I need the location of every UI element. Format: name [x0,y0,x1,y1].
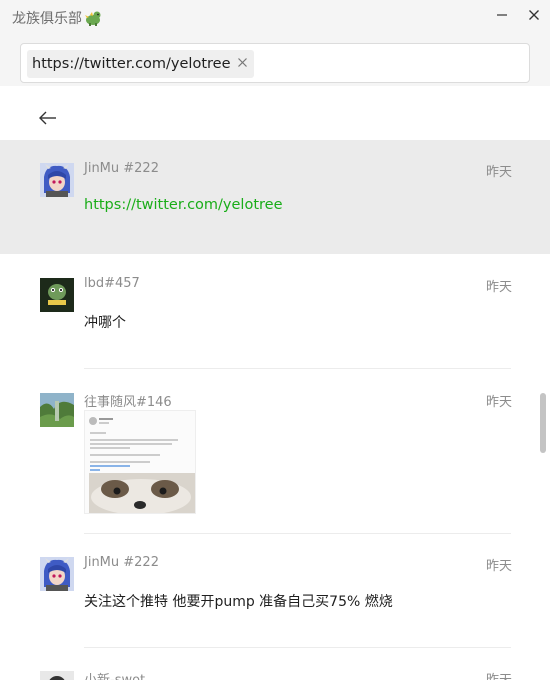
list-item[interactable]: JinMu #222 昨天 关注这个推特 他要开pump 准备自己买75% 燃烧 [0,534,550,648]
minimize-button[interactable] [490,4,514,26]
message-text: 冲哪个 [84,315,126,331]
message-link[interactable]: https://twitter.com/yelotree [84,197,283,213]
message-author[interactable]: JinMu #222 [84,555,159,570]
message-time: 昨天 [486,669,512,680]
tweet-screenshot-image[interactable] [84,410,196,514]
search-input[interactable]: https://twitter.com/yelotree [20,43,530,83]
message-text: 关注这个推特 他要开pump 准备自己买75% 燃烧 [84,594,393,610]
avatar[interactable] [40,278,74,312]
avatar[interactable] [40,163,74,197]
avatar[interactable] [40,557,74,591]
app-title: 龙族俱乐部 [12,8,102,28]
message-author[interactable]: JinMu #222 [84,161,159,176]
search-area: https://twitter.com/yelotree [0,34,550,86]
tag-remove-icon[interactable] [237,57,248,72]
message-time: 昨天 [486,165,513,180]
title-bar: 龙族俱乐部 [0,0,550,34]
header-row [0,86,550,140]
list-item[interactable]: lbd#457 昨天 冲哪个 [0,255,550,369]
list-item[interactable]: 往事随风#146 昨天 [0,370,550,534]
close-icon [529,10,539,20]
avatar[interactable] [40,393,74,427]
message-author[interactable]: 小新-swot [84,669,145,680]
message-time: 昨天 [486,559,513,574]
message-author[interactable]: lbd#457 [84,276,140,291]
avatar[interactable] [40,671,74,680]
divider [84,368,511,369]
search-tag: https://twitter.com/yelotree [27,50,254,78]
message-author[interactable]: 往事随风#146 [84,391,172,410]
back-arrow-icon[interactable] [38,110,62,130]
search-tag-text: https://twitter.com/yelotree [32,56,231,72]
app-title-text: 龙族俱乐部 [12,11,82,27]
list-item[interactable]: 小新-swot 昨天 [0,648,550,680]
message-time: 昨天 [486,395,513,410]
message-time: 昨天 [486,280,513,295]
close-window-button[interactable] [522,4,546,26]
list-item[interactable]: JinMu #222 昨天 https://twitter.com/yelotr… [0,140,550,254]
dragon-icon [84,10,102,26]
scrollbar[interactable] [540,393,546,453]
